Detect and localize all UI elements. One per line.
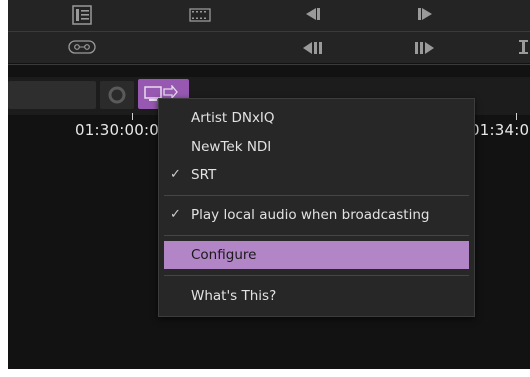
list-icon[interactable] <box>72 5 92 25</box>
tape-icon[interactable] <box>68 40 96 54</box>
timecode-label: 01:30:00:00 <box>75 121 169 139</box>
menu-item-label: Configure <box>191 247 257 263</box>
menu-item-configure[interactable]: Configure <box>164 241 469 269</box>
menu-item-newtek-ndi[interactable]: NewTek NDI <box>164 133 469 161</box>
timecode-label: 01:34:00 <box>470 121 530 139</box>
menu-separator <box>164 195 469 196</box>
skip-back-icon[interactable] <box>302 41 326 55</box>
menu-item-whats-this[interactable]: What's This? <box>164 282 469 310</box>
cursor-icon <box>519 40 528 54</box>
step-forward-icon[interactable] <box>416 7 434 21</box>
menu-item-srt[interactable]: ✓ SRT <box>164 161 469 189</box>
menu-item-artist-dnxiq[interactable]: Artist DNxIQ <box>164 104 469 132</box>
timeline-tick <box>132 113 133 120</box>
transport-row-top <box>8 0 530 31</box>
timeline-tick <box>516 113 517 120</box>
row-divider <box>8 64 530 65</box>
check-icon: ✓ <box>170 167 181 182</box>
menu-item-label: NewTek NDI <box>191 139 272 155</box>
record-button[interactable] <box>100 81 134 109</box>
step-back-icon[interactable] <box>304 7 322 21</box>
transport-row-second <box>8 32 530 63</box>
menu-separator <box>164 275 469 276</box>
menu-item-play-local-audio[interactable]: ✓ Play local audio when broadcasting <box>164 201 469 229</box>
check-icon: ✓ <box>170 207 181 222</box>
output-name-field[interactable] <box>8 81 96 109</box>
app-window: 01:30:00:00 01:34:00 Artist DNxIQ NewTek… <box>8 0 530 369</box>
menu-separator <box>164 235 469 236</box>
menu-item-label: What's This? <box>191 288 277 304</box>
menu-item-label: SRT <box>191 167 217 183</box>
menu-item-label: Artist DNxIQ <box>191 110 275 126</box>
menu-item-label: Play local audio when broadcasting <box>191 207 430 223</box>
skip-forward-icon[interactable] <box>413 41 437 55</box>
film-strip-icon[interactable] <box>189 8 211 22</box>
output-context-menu: Artist DNxIQ NewTek NDI ✓ SRT ✓ Play loc… <box>158 98 475 317</box>
record-icon <box>108 86 126 104</box>
